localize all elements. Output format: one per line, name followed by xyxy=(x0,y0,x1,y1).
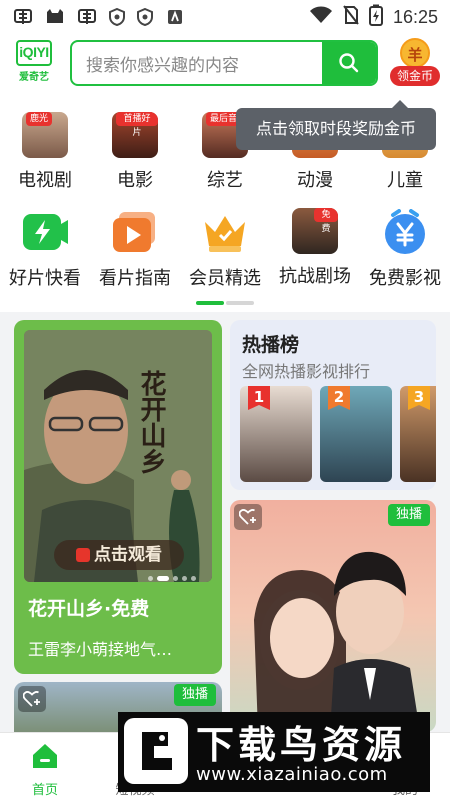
app-notification-icon xyxy=(76,7,98,27)
feature-card[interactable]: 花开山乡 点击观看 花开山乡·免费 王雷李小萌接地气… xyxy=(14,320,222,674)
category-guide[interactable]: 看片指南 xyxy=(90,208,180,290)
ranking-subtitle: 全网热播影视排行 xyxy=(242,362,371,381)
pager-active xyxy=(196,301,224,305)
cat-app-icon xyxy=(44,7,66,27)
category-label: 会员精选 xyxy=(189,268,261,289)
carousel-dots xyxy=(148,576,196,581)
crown-icon xyxy=(201,208,249,256)
category-pager xyxy=(196,301,254,305)
category-thumbnail: 首播好片 xyxy=(112,112,158,158)
home-icon xyxy=(33,744,57,768)
poster-title: 花开山乡 xyxy=(136,370,166,474)
pager-inactive xyxy=(226,301,254,305)
watermark-title: 下载鸟资源 xyxy=(196,723,407,767)
rank-number: 3 xyxy=(413,388,425,406)
category-label: 动漫 xyxy=(297,170,333,191)
iqiyi-logo[interactable]: iQIYI 爱奇艺 xyxy=(14,40,54,86)
logo-mark: iQIYI xyxy=(16,40,52,66)
category-label: 好片快看 xyxy=(9,268,81,289)
watch-label: 点击观看 xyxy=(94,545,162,565)
ranking-thumbnail[interactable]: 3 xyxy=(400,386,436,482)
hot-ranking-card[interactable]: 热播榜 全网热播影视排行 1 2 3 xyxy=(230,320,436,490)
category-label: 综艺 xyxy=(207,170,243,191)
feature-subtitle: 王雷李小萌接地气… xyxy=(28,640,173,659)
promo-art xyxy=(254,551,420,732)
feature-poster: 花开山乡 点击观看 xyxy=(24,330,212,582)
play-icon xyxy=(111,208,159,256)
watermark-url: www.xiazainiao.com xyxy=(196,764,388,785)
ranking-title: 热播榜 xyxy=(242,334,300,356)
lightning-icon xyxy=(21,208,69,256)
category-movie[interactable]: 首播好片 电影 xyxy=(90,112,180,192)
rank-number: 2 xyxy=(333,388,345,406)
category-war-theater[interactable]: 免费 抗战剧场 xyxy=(270,208,360,290)
watch-button[interactable]: 点击观看 xyxy=(54,540,184,570)
coin-reward-button[interactable]: 羊 领金币 xyxy=(390,38,440,90)
carousel-dot xyxy=(173,576,178,581)
nav-home[interactable]: 首页 xyxy=(0,733,90,800)
a-app-icon xyxy=(164,7,186,27)
promo-card[interactable]: 独播 xyxy=(230,500,436,732)
favorite-button[interactable] xyxy=(234,504,262,530)
add-favorite-icon xyxy=(239,509,256,525)
yuan-icon xyxy=(381,208,429,256)
category-thumbnail: 鹿光 xyxy=(22,112,68,158)
battery-charging-icon xyxy=(368,4,383,30)
top-header: iQIYI 爱奇艺 搜索你感兴趣的内容 羊 领金币 xyxy=(0,36,450,92)
exclusive-badge: 独播 xyxy=(173,684,216,706)
add-favorite-icon xyxy=(23,691,40,707)
logo-text: 爱奇艺 xyxy=(19,72,49,83)
category-vip[interactable]: 会员精选 xyxy=(180,208,270,290)
reward-tooltip[interactable]: 点击领取时段奖励金币 xyxy=(236,100,436,150)
category-tv[interactable]: 鹿光 电视剧 xyxy=(0,112,90,192)
play-icon xyxy=(76,548,90,562)
category-label: 儿童 xyxy=(387,170,423,191)
bird-logo-icon xyxy=(124,718,188,784)
clock: 16:25 xyxy=(392,6,438,27)
rank-number: 1 xyxy=(253,388,265,406)
favorite-button[interactable] xyxy=(18,686,46,712)
category-label: 电视剧 xyxy=(18,170,72,191)
category-row-2: 好片快看 看片指南 会员精选 免费 抗战剧场 免费影视 xyxy=(0,208,450,290)
nav-label: 首页 xyxy=(31,783,58,798)
shield-icon xyxy=(108,7,126,27)
search-input[interactable]: 搜索你感兴趣的内容 xyxy=(72,51,322,76)
category-thumbnail: 免费 xyxy=(292,208,338,254)
category-free[interactable]: 免费影视 xyxy=(360,208,450,290)
coin-icon: 羊 xyxy=(400,38,430,68)
shield-icon xyxy=(136,7,154,27)
category-label: 电影 xyxy=(117,170,153,191)
exclusive-badge: 独播 xyxy=(387,504,430,526)
carousel-dot-active xyxy=(157,576,169,581)
category-tag: 首播好片 xyxy=(116,112,158,138)
carousel-dot xyxy=(191,576,196,581)
search-icon xyxy=(339,53,359,73)
carousel-dot xyxy=(182,576,187,581)
search-bar[interactable]: 搜索你感兴趣的内容 xyxy=(70,40,378,86)
watermark-overlay: 下载鸟资源 www.xiazainiao.com xyxy=(118,712,430,792)
category-tag: 免费 xyxy=(314,208,338,234)
category-label: 免费影视 xyxy=(369,268,441,289)
carousel-dot xyxy=(148,576,153,581)
feature-title: 花开山乡·免费 xyxy=(28,598,150,620)
app-notification-icon xyxy=(12,7,34,27)
category-tag: 鹿光 xyxy=(26,112,53,126)
no-sim-icon xyxy=(343,5,359,29)
ranking-thumbnail[interactable]: 1 xyxy=(240,386,312,482)
wifi-icon xyxy=(309,6,333,28)
search-button[interactable] xyxy=(322,42,376,84)
category-quick-watch[interactable]: 好片快看 xyxy=(0,208,90,290)
category-label: 看片指南 xyxy=(99,268,171,289)
ranking-thumbnail[interactable]: 2 xyxy=(320,386,392,482)
coin-label: 领金币 xyxy=(390,66,440,86)
status-bar: 16:25 xyxy=(0,0,450,34)
category-label: 抗战剧场 xyxy=(279,266,351,287)
